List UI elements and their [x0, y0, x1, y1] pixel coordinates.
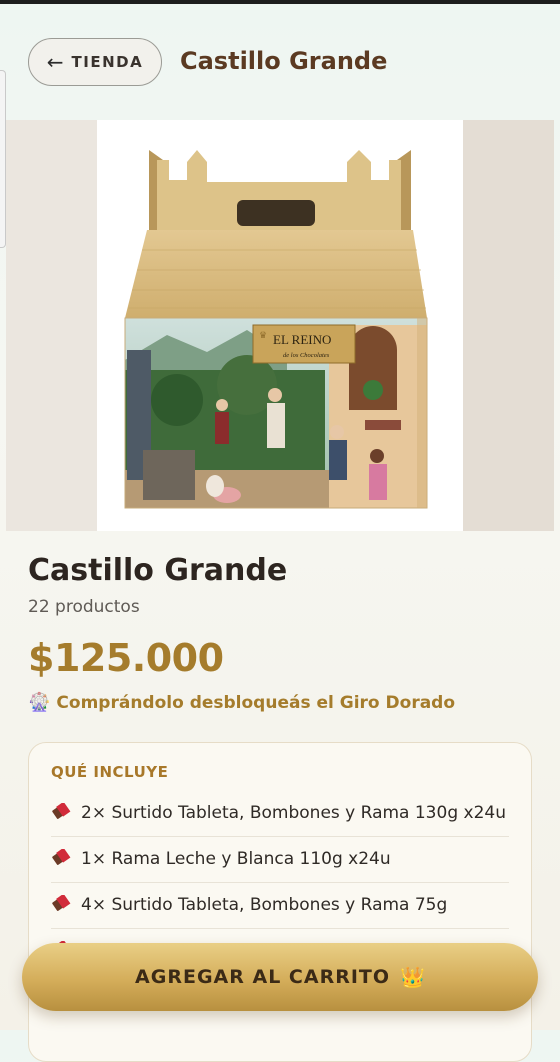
product-gallery[interactable]: ♛ EL REINO de los Chocolates [6, 120, 554, 531]
list-item: 2× Surtido Tableta, Bombones y Rama 130g… [51, 791, 509, 837]
item-text: 4× Surtido Tableta, Bombones y Rama 75g [81, 895, 448, 915]
unlock-notice: 🎡 Comprándolo desbloqueás el Giro Dorado [28, 692, 455, 713]
list-item: 4× Surtido Tableta, Bombones y Rama 75g [51, 883, 509, 929]
chocolate-bar-icon [51, 799, 71, 828]
includes-card: QUÉ INCLUYE 2× Surtido Tableta, Bombones… [28, 742, 532, 1062]
status-bar-edge [0, 0, 560, 4]
svg-text:♛: ♛ [259, 331, 267, 341]
crown-icon: 👑 [400, 965, 425, 989]
logo-line2: de los Chocolates [283, 352, 330, 359]
item-text: 2× Surtido Tableta, Bombones y Rama 130g… [81, 803, 506, 823]
arrow-left-icon: ← [46, 50, 64, 74]
back-to-store-button[interactable]: ← TIENDA [28, 38, 162, 86]
next-image-peek[interactable] [463, 120, 554, 531]
chocolate-bar-icon [51, 845, 71, 874]
page-title: Castillo Grande [180, 47, 388, 75]
add-to-cart-button[interactable]: AGREGAR AL CARRITO 👑 [22, 943, 538, 1011]
list-item: 1× Rama Leche y Blanca 110g x24u [51, 837, 509, 883]
back-button-label: TIENDA [71, 53, 144, 71]
product-price: $125.000 [28, 636, 224, 680]
ferris-wheel-icon: 🎡 [28, 692, 51, 713]
product-image: ♛ EL REINO de los Chocolates [97, 120, 463, 531]
product-title: Castillo Grande [28, 553, 288, 588]
add-to-cart-label: AGREGAR AL CARRITO [135, 966, 391, 988]
chocolate-bar-icon [51, 891, 71, 920]
logo-line1: EL REINO [273, 332, 331, 347]
includes-heading: QUÉ INCLUYE [51, 763, 169, 781]
item-text: 1× Rama Leche y Blanca 110g x24u [81, 849, 391, 869]
unlock-text: Comprándolo desbloqueás el Giro Dorado [56, 692, 456, 713]
product-count: 22 productos [28, 597, 140, 617]
